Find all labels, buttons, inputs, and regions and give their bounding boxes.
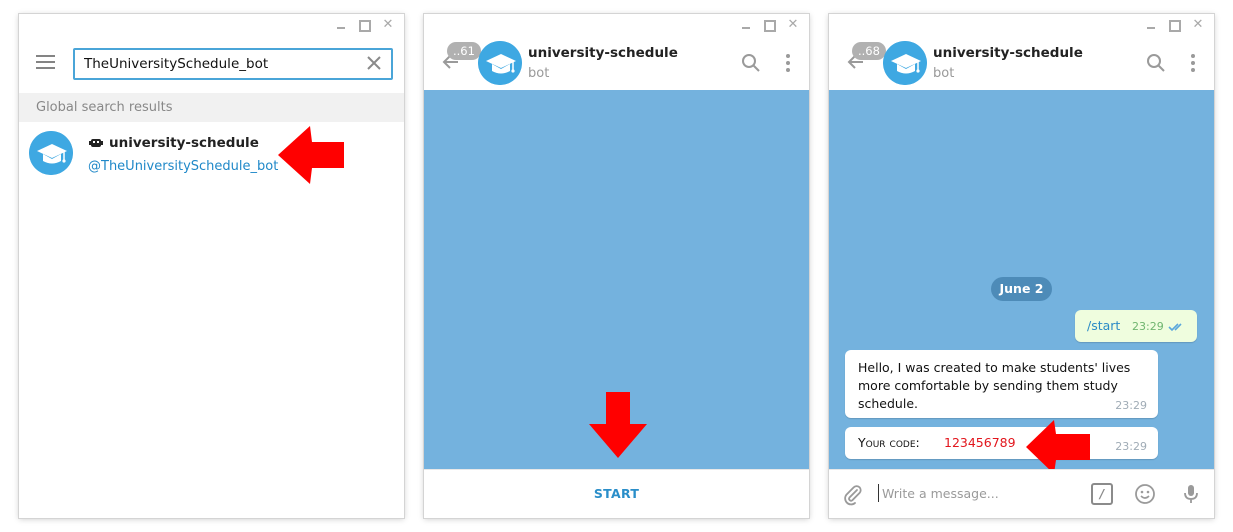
outgoing-message[interactable]: /start 23:29 bbox=[1075, 310, 1197, 342]
minimize-button[interactable] bbox=[333, 17, 349, 33]
bot-avatar[interactable] bbox=[478, 41, 522, 85]
graduation-cap-icon bbox=[29, 131, 73, 175]
minimize-button[interactable] bbox=[1143, 17, 1159, 33]
bot-avatar[interactable] bbox=[883, 41, 927, 85]
date-separator: June 2 bbox=[991, 277, 1052, 301]
text-cursor bbox=[878, 484, 879, 502]
attach-icon[interactable] bbox=[841, 483, 865, 507]
start-button[interactable]: START bbox=[424, 470, 809, 518]
incoming-message[interactable]: Hello, I was created to make students' l… bbox=[845, 350, 1158, 418]
maximize-button[interactable] bbox=[356, 17, 372, 33]
message-text: /start bbox=[1087, 318, 1121, 333]
compose-bar: / bbox=[829, 469, 1214, 518]
chat-window-after-start: ✕ ..68 university-schedule bot June 2 /s… bbox=[829, 14, 1214, 518]
message-time: 23:29 bbox=[1115, 440, 1147, 453]
close-window-button[interactable]: ✕ bbox=[785, 17, 801, 33]
search-icon[interactable] bbox=[741, 53, 761, 73]
message-time: 23:29 bbox=[1132, 320, 1164, 333]
search-section-header: Global search results bbox=[19, 93, 404, 122]
chat-subtitle: bot bbox=[528, 66, 550, 81]
search-input[interactable] bbox=[84, 54, 354, 74]
unread-badge: ..68 bbox=[852, 42, 886, 60]
title-bar: ✕ bbox=[424, 14, 809, 36]
chat-header: ..61 university-schedule bot bbox=[424, 36, 809, 90]
clear-icon[interactable] bbox=[364, 53, 384, 73]
chat-title[interactable]: university-schedule bbox=[528, 45, 678, 61]
code-value: 123456789 bbox=[944, 435, 1016, 450]
command-icon[interactable]: / bbox=[1091, 483, 1113, 505]
search-result-item[interactable]: university-schedule @TheUniversitySchedu… bbox=[19, 122, 404, 188]
search-window: ✕ Global search results university- bbox=[19, 14, 404, 518]
more-icon[interactable] bbox=[1190, 53, 1196, 73]
close-window-button[interactable]: ✕ bbox=[380, 17, 396, 33]
search-icon[interactable] bbox=[1146, 53, 1166, 73]
message-input[interactable] bbox=[882, 482, 1072, 504]
close-window-button[interactable]: ✕ bbox=[1190, 17, 1206, 33]
result-name: university-schedule bbox=[109, 135, 259, 151]
microphone-icon[interactable] bbox=[1179, 482, 1203, 506]
unread-badge: ..61 bbox=[447, 42, 481, 60]
start-bar: START bbox=[424, 469, 809, 518]
graduation-cap-icon bbox=[883, 41, 927, 85]
emoji-icon[interactable] bbox=[1133, 482, 1157, 506]
title-bar: ✕ bbox=[829, 14, 1214, 36]
bot-avatar bbox=[29, 131, 73, 175]
message-text: Hello, I was created to make students' l… bbox=[858, 360, 1131, 411]
message-time: 23:29 bbox=[1115, 399, 1147, 412]
chat-window-before-start: ✕ ..61 university-schedule bot START bbox=[424, 14, 809, 518]
result-handle: @TheUniversitySchedule_bot bbox=[88, 159, 279, 174]
code-label: Your code: bbox=[858, 435, 920, 450]
menu-icon[interactable] bbox=[36, 55, 56, 71]
chat-title[interactable]: university-schedule bbox=[933, 45, 1083, 61]
maximize-button[interactable] bbox=[1166, 17, 1182, 33]
annotation-arrow-left bbox=[278, 126, 344, 184]
maximize-button[interactable] bbox=[761, 17, 777, 33]
incoming-message-code[interactable]: Your code: 123456789 23:29 bbox=[845, 427, 1158, 459]
chat-subtitle: bot bbox=[933, 66, 955, 81]
chat-header: ..68 university-schedule bot bbox=[829, 36, 1214, 90]
more-icon[interactable] bbox=[785, 53, 791, 73]
title-bar: ✕ bbox=[19, 14, 404, 36]
bot-icon bbox=[89, 139, 103, 147]
annotation-arrow-down bbox=[589, 392, 647, 458]
graduation-cap-icon bbox=[478, 41, 522, 85]
double-check-icon bbox=[1168, 323, 1182, 332]
minimize-button[interactable] bbox=[738, 17, 754, 33]
search-field[interactable] bbox=[73, 48, 393, 80]
annotation-arrow-left bbox=[1026, 420, 1090, 474]
